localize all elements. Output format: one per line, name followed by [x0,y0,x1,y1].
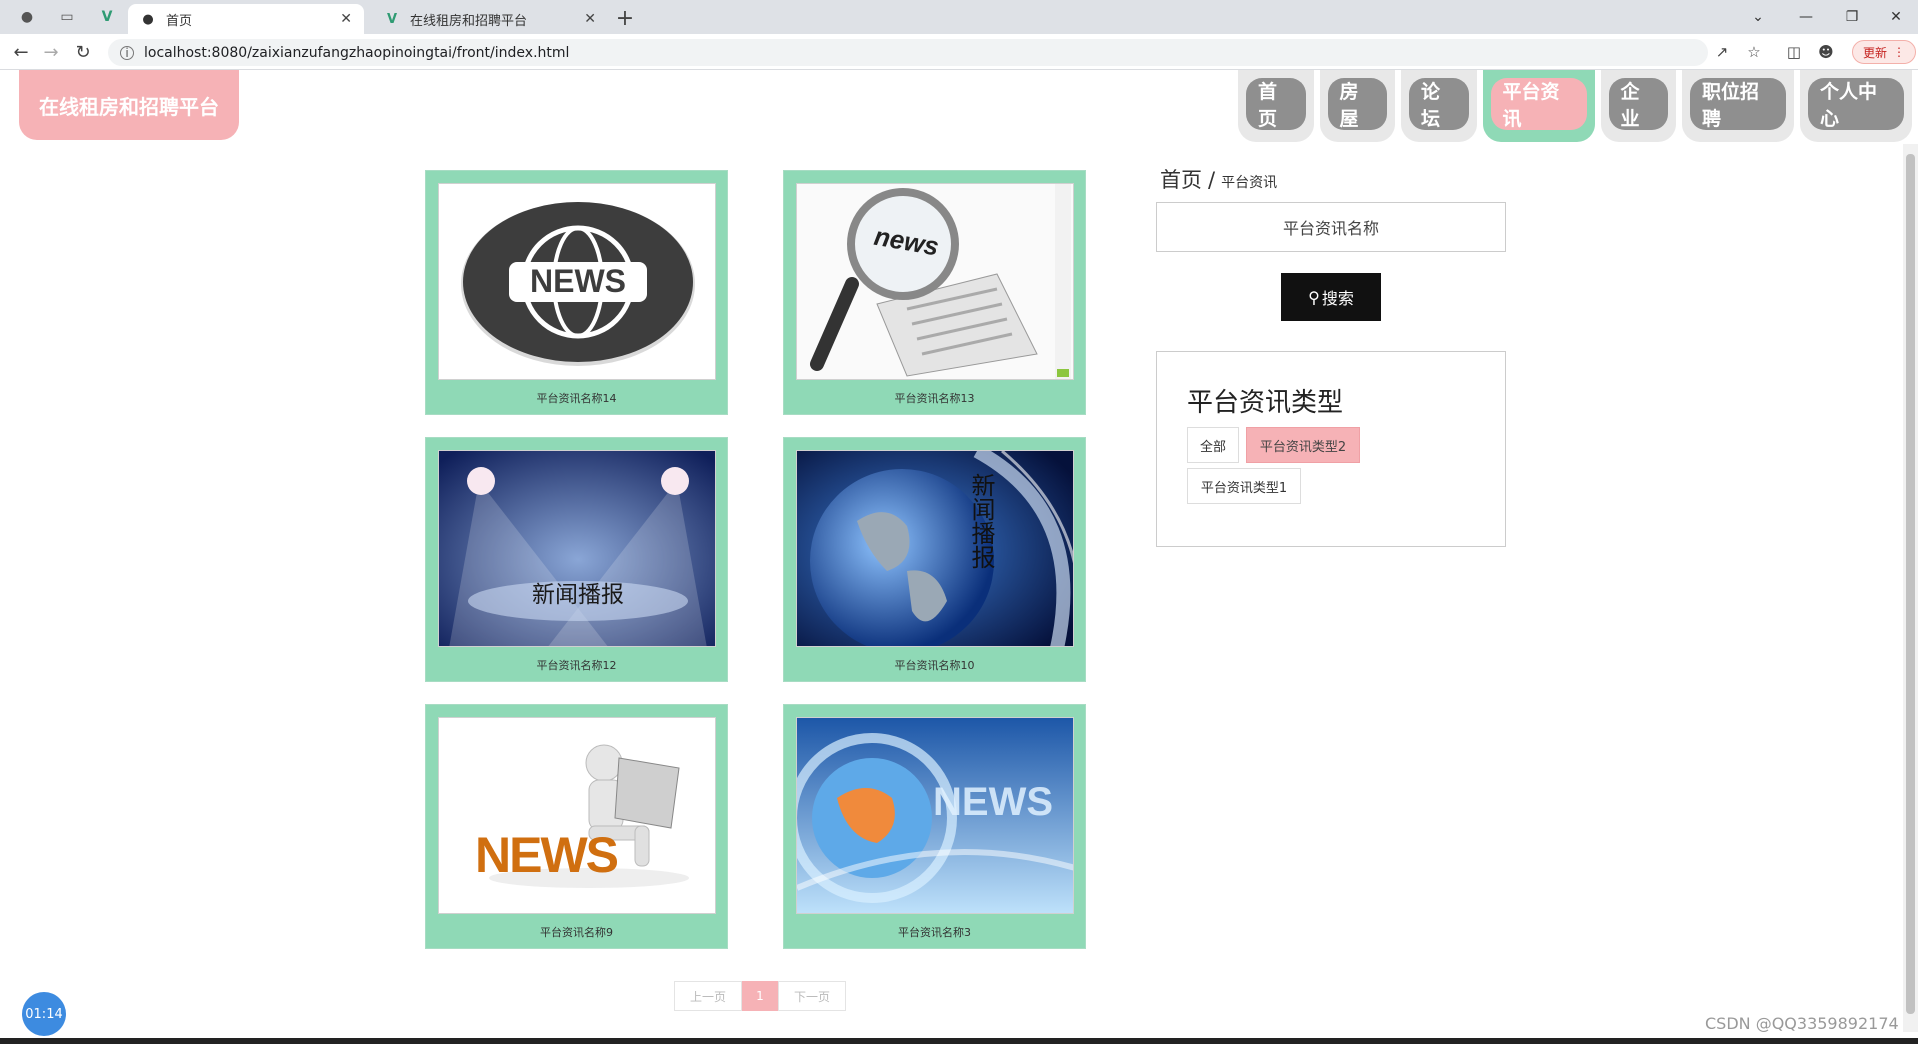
vue-icon: V [386,11,398,27]
url-input[interactable]: i localhost:8080/zaixianzufangzhaopinoin… [108,39,1708,66]
card-caption: 平台资讯名称13 [894,392,975,405]
news-card[interactable]: NEWS 平台资讯名称9 [425,704,728,949]
reload-button[interactable]: ↻ [70,39,96,65]
type-1-button[interactable]: 平台资讯类型1 [1187,468,1301,504]
nav-label: 职位招聘 [1690,78,1787,130]
card-caption: 平台资讯名称14 [536,392,617,405]
news-image: NEWS [438,717,716,914]
browser-tab-bar: ● ▭ V ● 首页 ✕ V 在线租房和招聘平台 ✕ + ⌄ — ❐ ✕ [0,0,1918,34]
more-icon: ⋮ [1893,45,1906,59]
breadcrumb-separator: / [1208,168,1216,192]
watermark: CSDN @QQ3359892174 [1705,1014,1899,1033]
window-close-button[interactable]: ✕ [1876,4,1916,30]
breadcrumb-current: 平台资讯 [1221,175,1278,191]
forward-button[interactable]: → [38,39,64,65]
search-input[interactable]: 平台资讯名称 [1156,202,1506,252]
new-tab-button[interactable]: + [612,5,638,31]
card-caption: 平台资讯名称3 [898,926,971,939]
tab-home[interactable]: ● 首页 ✕ [128,4,364,34]
image-overlay-text: NEWS [933,780,1053,824]
minimize-button[interactable]: — [1786,4,1826,30]
chevron-down-icon[interactable]: ⌄ [1738,4,1778,30]
nav-jobs[interactable]: 职位招聘 [1682,70,1795,142]
site-logo[interactable]: 在线租房和招聘平台 [19,70,239,140]
type-2-button[interactable]: 平台资讯类型2 [1246,427,1360,463]
nav-label: 房屋 [1327,78,1388,130]
search-label: 搜索 [1321,289,1354,308]
address-bar: ← → ↻ i localhost:8080/zaixianzufangzhao… [0,34,1918,70]
close-icon[interactable]: ✕ [584,11,596,27]
nav-forum[interactable]: 论坛 [1401,70,1477,142]
nav-enterprise[interactable]: 企业 [1600,70,1677,142]
search-button[interactable]: ⚲ 搜索 [1281,273,1381,321]
nav-label: 平台资讯 [1490,78,1587,130]
nav-platform-news[interactable]: 平台资讯 [1482,70,1595,142]
page-scrollbar[interactable] [1903,144,1918,1032]
news-image: 新闻播报 [438,450,716,647]
breadcrumb-home[interactable]: 首页 [1160,168,1202,192]
nav-label: 论坛 [1409,78,1469,130]
news-image: NEWS [796,717,1074,914]
image-overlay-text: NEWS [475,827,619,883]
news-card[interactable]: NEWS 平台资讯名称3 [783,704,1086,949]
news-card[interactable]: 新闻播报 平台资讯名称10 [783,437,1086,682]
news-card[interactable]: 新闻播报 平台资讯名称12 [425,437,728,682]
nav-user-center[interactable]: 个人中心 [1800,70,1913,142]
search-icon: ⚲ [1308,287,1320,307]
vue-icon[interactable]: V [94,6,120,28]
recording-timer: 01:14 [22,992,66,1036]
card-caption: 平台资讯名称9 [540,926,613,939]
update-button[interactable]: 更新 ⋮ [1852,40,1917,64]
news-card[interactable]: NEWS 平台资讯名称14 [425,170,728,415]
news-card[interactable]: news 平台资讯名称13 [783,170,1086,415]
back-button[interactable]: ← [8,39,34,65]
card-caption: 平台资讯名称12 [536,659,617,672]
main-nav: 首页 房屋 论坛 平台资讯 企业 职位招聘 个人中心 [1238,70,1918,142]
nav-label: 个人中心 [1808,78,1905,130]
prev-page-button[interactable]: 上一页 [674,981,742,1011]
image-overlay-text: 新闻播报 [967,473,995,569]
breadcrumb: 首页 / 平台资讯 [1160,164,1277,194]
tab-platform[interactable]: V 在线租房和招聘平台 ✕ [372,4,608,34]
scrollbar-thumb[interactable] [1906,154,1915,1014]
nav-label: 首页 [1246,78,1306,130]
close-icon[interactable]: ✕ [340,11,352,27]
news-image: 新闻播报 [796,450,1074,647]
update-label: 更新 [1863,45,1888,60]
globe-icon[interactable]: ● [14,6,40,28]
globe-icon: ● [142,11,154,27]
types-title: 平台资讯类型 [1187,388,1344,418]
info-icon[interactable]: i [120,45,134,60]
nav-label: 企业 [1608,78,1669,130]
news-types-panel: 平台资讯类型 全部 平台资讯类型2 平台资讯类型1 [1156,351,1506,547]
page-1-button[interactable]: 1 [742,981,778,1011]
tab-title: 首页 [166,13,193,29]
profile-icon[interactable]: ☻ [1814,40,1838,64]
share-icon[interactable]: ↗ [1710,40,1734,64]
restore-button[interactable]: ❐ [1832,4,1872,30]
type-all-button[interactable]: 全部 [1187,427,1239,463]
side-panel-icon[interactable]: ◫ [1782,40,1806,64]
image-overlay-text: 新闻播报 [532,582,624,608]
tab-title: 在线租房和招聘平台 [410,13,528,29]
taskbar-strip [0,1038,1918,1044]
nav-house[interactable]: 房屋 [1319,70,1396,142]
next-page-button[interactable]: 下一页 [778,981,846,1011]
star-icon[interactable]: ☆ [1742,40,1766,64]
news-image: news [796,183,1074,380]
nav-home[interactable]: 首页 [1238,70,1314,142]
blank-tab-icon[interactable]: ▭ [54,6,80,28]
news-image: NEWS [438,183,716,380]
svg-text:NEWS: NEWS [530,263,626,299]
url-text: localhost:8080/zaixianzufangzhaopinoingt… [144,44,570,61]
card-caption: 平台资讯名称10 [894,659,975,672]
